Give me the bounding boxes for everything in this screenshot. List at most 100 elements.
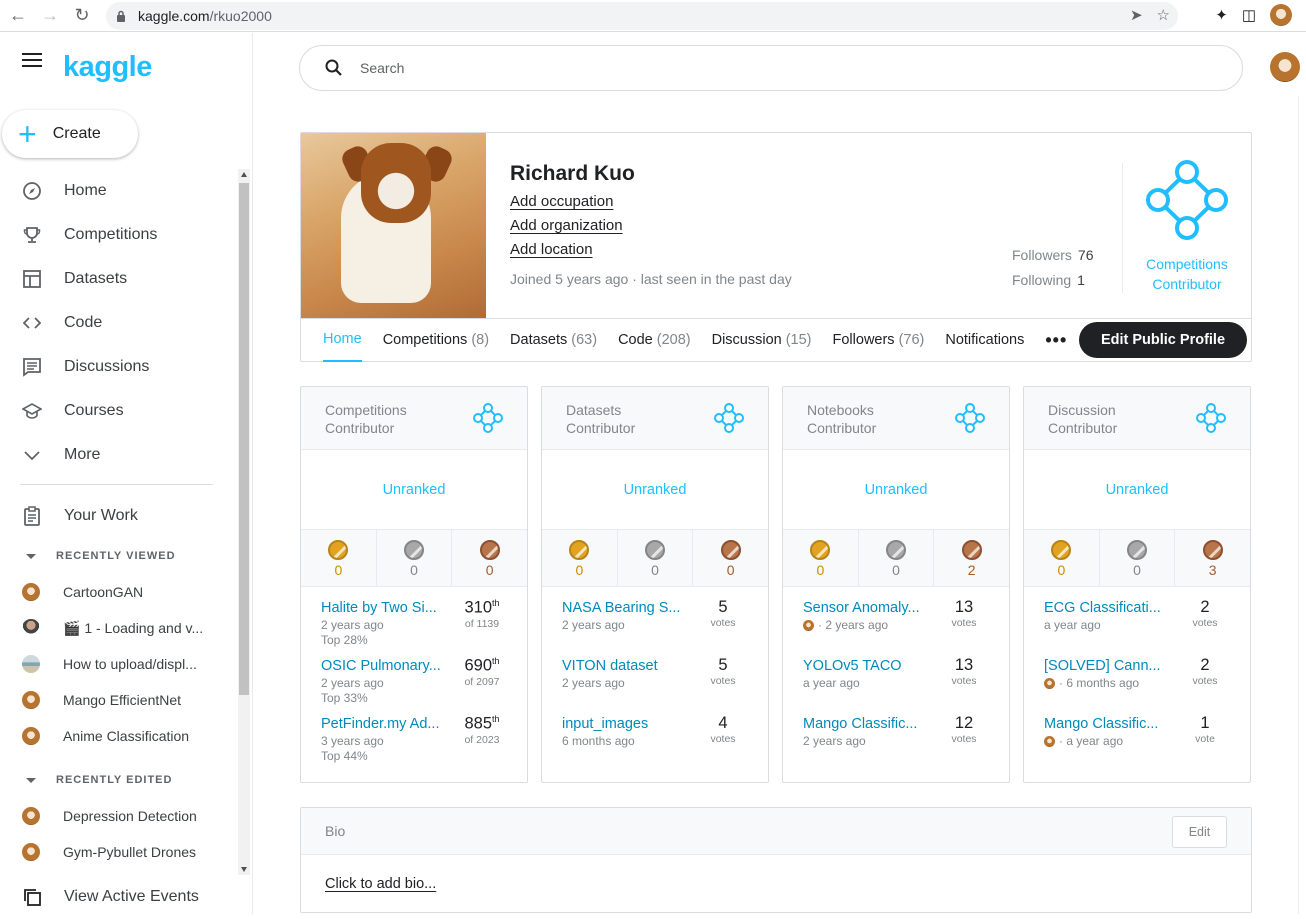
medal-row: 0 0 0 <box>542 530 768 587</box>
extensions-icon[interactable]: ✦ <box>1215 6 1228 24</box>
send-icon[interactable]: ➤ <box>1130 6 1143 24</box>
item-title-link[interactable]: NASA Bearing S... <box>562 600 684 616</box>
tab-discussion[interactable]: Discussion (15) <box>712 319 812 362</box>
tier-card-items: NASA Bearing S... 2 years ago 5 votes VITON … <box>542 588 768 762</box>
item-title-link[interactable]: YOLOv5 TACO <box>803 658 925 674</box>
gold-count: 0 <box>1057 562 1066 578</box>
bronze-count: 0 <box>726 562 735 578</box>
tab-count: (8) <box>471 332 490 348</box>
menu-icon[interactable] <box>22 53 42 67</box>
list-item-label: Mango EfficientNet <box>63 692 182 708</box>
list-item[interactable]: How to upload/displ... <box>0 646 237 682</box>
followers-label: Followers <box>1012 247 1072 263</box>
tab-code[interactable]: Code (208) <box>618 319 691 362</box>
tab-competitions[interactable]: Competitions (8) <box>383 319 489 362</box>
profile-photo <box>301 133 486 318</box>
clipboard-icon <box>22 506 42 526</box>
tab-datasets[interactable]: Datasets (63) <box>510 319 597 362</box>
tab-notifications[interactable]: Notifications <box>945 319 1024 362</box>
tier-contributor-icon <box>714 403 744 433</box>
sidebar-item-active-events[interactable]: View Active Events <box>0 875 237 919</box>
item-title-link[interactable]: Halite by Two Si... <box>321 600 443 616</box>
forward-icon[interactable]: → <box>34 0 66 32</box>
add-occupation-link[interactable]: Add occupation <box>510 193 613 210</box>
item-title-link[interactable]: OSIC Pulmonary... <box>321 658 443 674</box>
avatar <box>803 619 814 631</box>
compass-icon <box>22 181 42 201</box>
comment-icon <box>22 357 42 377</box>
item-title-link[interactable]: Sensor Anomaly... <box>803 600 925 616</box>
followers-count: 76 <box>1077 247 1094 263</box>
tab-home[interactable]: Home <box>323 319 362 362</box>
events-icon <box>22 887 42 907</box>
add-location-link[interactable]: Add location <box>510 241 593 258</box>
list-item-label: 🎬 1 - Loading and v... <box>63 619 204 636</box>
sidebar-item-code[interactable]: Code <box>0 301 237 345</box>
following-stat[interactable]: Following 1 <box>1012 272 1085 288</box>
sidebar-item-courses[interactable]: Courses <box>0 389 237 433</box>
bronze-medal-icon <box>961 540 982 560</box>
edit-public-profile-button[interactable]: Edit Public Profile <box>1079 322 1247 358</box>
item-title-link[interactable]: [SOLVED] Cann... <box>1044 658 1166 674</box>
main-scrollbar[interactable] <box>1298 96 1306 914</box>
sidebar-item-your-work[interactable]: Your Work <box>0 494 237 538</box>
add-bio-link[interactable]: Click to add bio... <box>325 876 436 892</box>
bronze-count: 0 <box>485 562 494 578</box>
sidebar-item-competitions[interactable]: Competitions <box>0 213 237 257</box>
sidebar-item-datasets[interactable]: Datasets <box>0 257 237 301</box>
tab-followers[interactable]: Followers (76) <box>833 319 925 362</box>
list-item[interactable]: 🎬 1 - Loading and v... <box>0 610 237 646</box>
medal-row: 0 0 2 <box>783 530 1009 587</box>
item-stat-label: votes <box>951 675 977 687</box>
item-stat-label: of 2097 <box>464 675 500 688</box>
add-organization-link[interactable]: Add organization <box>510 217 623 234</box>
list-item[interactable]: Gym-Pybullet Drones <box>0 834 237 870</box>
item-title-link[interactable]: input_images <box>562 716 684 732</box>
more-options-icon[interactable]: ••• <box>1045 330 1067 351</box>
collapse-icon <box>26 777 36 783</box>
item-title-link[interactable]: Mango Classific... <box>803 716 925 732</box>
address-bar[interactable]: kaggle.com/rkuo2000 ➤ ☆ <box>106 2 1178 30</box>
tab-label: Home <box>323 331 362 347</box>
recently-edited-header[interactable]: RECENTLY EDITED <box>22 774 172 786</box>
recently-viewed-header[interactable]: RECENTLY VIEWED <box>22 550 176 562</box>
tab-count: (76) <box>898 332 925 348</box>
sidebar-scrollbar[interactable] <box>238 169 250 875</box>
sidebar-item-discussions[interactable]: Discussions <box>0 345 237 389</box>
followers-stat[interactable]: Followers 76 <box>1012 247 1093 263</box>
scroll-up-icon[interactable] <box>241 172 247 177</box>
item-title-link[interactable]: Mango Classific... <box>1044 716 1166 732</box>
item-stat: 690th of 2097 <box>457 656 507 688</box>
search-input[interactable] <box>360 60 1160 76</box>
side-panel-icon[interactable]: ◫ <box>1242 6 1256 24</box>
sidebar-nav: Home Competitions Datasets Code Discussi… <box>0 169 237 477</box>
list-item[interactable]: CartoonGAN <box>0 574 237 610</box>
scrollbar-thumb[interactable] <box>239 183 249 695</box>
star-icon[interactable]: ☆ <box>1157 6 1170 24</box>
bio-edit-button[interactable]: Edit <box>1172 816 1227 848</box>
user-avatar[interactable] <box>1270 52 1300 82</box>
list-item-label: Depression Detection <box>63 808 197 824</box>
tier-card-header: Competitions Contributor <box>301 387 527 450</box>
item-title-link[interactable]: VITON dataset <box>562 658 684 674</box>
sidebar-item-more[interactable]: More <box>0 433 237 477</box>
bronze-medal-icon <box>1202 540 1223 560</box>
create-button[interactable]: + Create <box>2 110 138 158</box>
scroll-down-icon[interactable] <box>241 867 247 872</box>
back-icon[interactable]: ← <box>2 0 34 32</box>
sidebar-item-home[interactable]: Home <box>0 169 237 213</box>
search-bar[interactable] <box>299 45 1243 91</box>
list-item[interactable]: Anime Classification <box>0 718 237 754</box>
tier-card-items: Halite by Two Si... 2 years ago Top 28% 310… <box>301 588 527 763</box>
item-title-link[interactable]: PetFinder.my Ad... <box>321 716 443 732</box>
item-stat-label: votes <box>951 733 977 745</box>
list-item[interactable]: Mango EfficientNet <box>0 682 237 718</box>
item-title-link[interactable]: ECG Classificati... <box>1044 600 1166 616</box>
reload-icon[interactable]: ↻ <box>66 0 98 32</box>
kaggle-logo[interactable]: kaggle <box>63 51 152 84</box>
sidebar-item-label: Code <box>64 314 103 331</box>
tab-label: Notifications <box>945 332 1025 348</box>
item-time: 2 years ago <box>562 676 625 690</box>
list-item[interactable]: Depression Detection <box>0 798 237 834</box>
browser-profile-avatar[interactable] <box>1270 4 1292 26</box>
